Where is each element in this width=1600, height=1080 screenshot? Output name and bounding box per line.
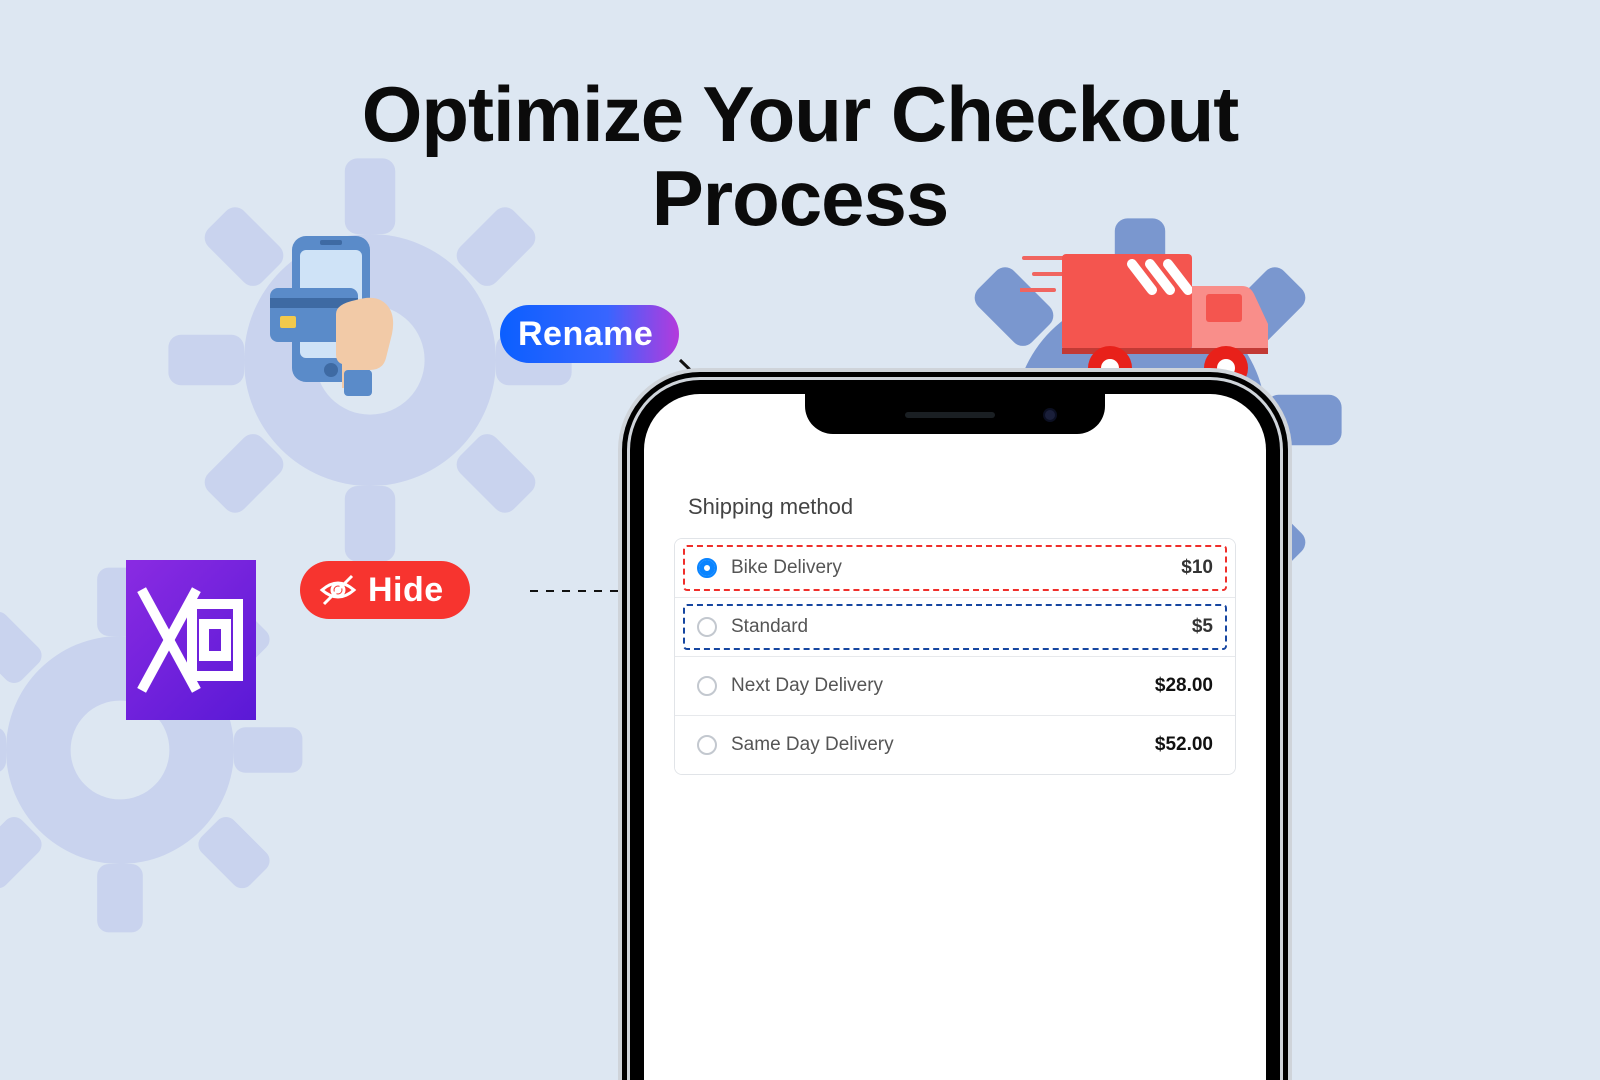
headline-line-2: Process <box>652 154 949 242</box>
radio-unselected-icon[interactable] <box>697 735 717 755</box>
radio-selected-icon[interactable] <box>697 558 717 578</box>
eye-off-icon <box>318 570 358 610</box>
shipping-method-heading: Shipping method <box>688 494 1236 520</box>
mobile-payment-icon <box>260 230 420 400</box>
shipping-option-label: Same Day Delivery <box>731 734 894 756</box>
hide-pill-label: Hide <box>368 571 444 610</box>
shipping-option-price: $52.00 <box>1155 734 1213 756</box>
shipping-option-label: Standard <box>731 616 808 638</box>
shipping-option-price: $5 <box>1192 616 1213 638</box>
shipping-option[interactable]: Bike Delivery $10 <box>675 539 1235 598</box>
shipping-option-label: Bike Delivery <box>731 557 842 579</box>
shipping-option-label: Next Day Delivery <box>731 675 883 697</box>
shipping-option-price: $10 <box>1181 557 1213 579</box>
shipping-option[interactable]: Same Day Delivery $52.00 <box>675 716 1235 774</box>
radio-unselected-icon[interactable] <box>697 617 717 637</box>
rename-pill-label: Rename <box>518 315 653 354</box>
phone-mockup: Shipping method Bike Delivery $10 <box>630 380 1280 1080</box>
headline-line-1: Optimize Your Checkout <box>362 70 1239 158</box>
brand-badge-icon <box>126 560 256 720</box>
shipping-option[interactable]: Next Day Delivery $28.00 <box>675 657 1235 716</box>
page-title: Optimize Your Checkout Process <box>0 72 1600 240</box>
shipping-method-list: Bike Delivery $10 Standard $5 <box>674 538 1236 775</box>
rename-pill: Rename <box>500 305 679 363</box>
shipping-option[interactable]: Standard $5 <box>675 598 1235 657</box>
radio-unselected-icon[interactable] <box>697 676 717 696</box>
shipping-option-price: $28.00 <box>1155 675 1213 697</box>
hide-pill: Hide <box>300 561 470 619</box>
